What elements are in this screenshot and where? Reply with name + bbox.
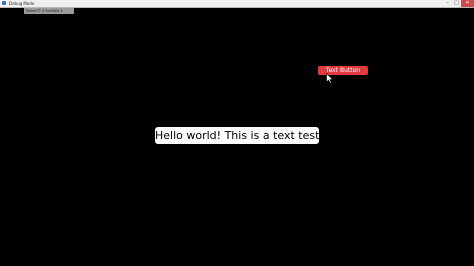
app-icon — [2, 1, 6, 5]
maximize-button[interactable]: □ — [452, 0, 461, 7]
hello-text-label: Hello world! This is a text test! — [155, 127, 324, 144]
close-button[interactable]: ✕ — [461, 0, 474, 7]
render-canvas[interactable]: Text Button Hello world! This is a text … — [0, 14, 474, 266]
window-title: Debug Mode — [9, 1, 35, 6]
mouse-cursor-icon — [326, 73, 334, 84]
minimize-button[interactable]: – — [443, 0, 452, 7]
window-titlebar: Debug Mode – □ ✕ — [0, 0, 474, 8]
